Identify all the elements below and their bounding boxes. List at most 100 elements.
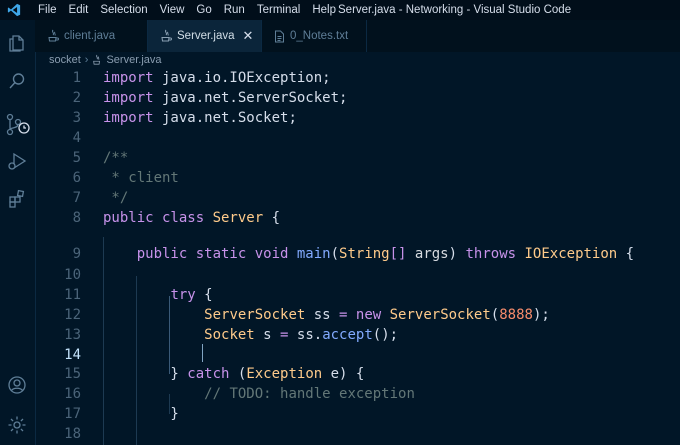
line-number: 12 bbox=[64, 307, 81, 323]
line-number: 1 bbox=[72, 70, 81, 86]
code-line[interactable]: 12 ServerSocket ss = new ServerSocket(88… bbox=[35, 305, 680, 325]
line-number: 5 bbox=[72, 150, 81, 166]
line-number: 11 bbox=[64, 287, 81, 303]
source-control-icon[interactable] bbox=[4, 112, 30, 138]
breadcrumb-folder[interactable]: socket bbox=[49, 54, 81, 66]
extensions-icon[interactable] bbox=[4, 186, 30, 212]
code-token: (); bbox=[372, 327, 399, 343]
title-bar: File Edit Selection View Go Run Terminal Help S… bbox=[0, 0, 680, 20]
menu-run[interactable]: Run bbox=[218, 0, 251, 20]
code-token: ) bbox=[448, 246, 466, 262]
tab-notes-txt[interactable]: 0_Notes.txt bbox=[262, 20, 367, 52]
code-token: import bbox=[103, 70, 154, 86]
code-text: * client bbox=[103, 168, 178, 188]
code-line[interactable]: 6 * client bbox=[35, 168, 680, 188]
tab-server-java[interactable]: Server.java ✕ bbox=[148, 20, 262, 52]
code-line[interactable]: 9 public static void main(String[] args)… bbox=[35, 244, 680, 264]
code-line[interactable]: 3 import java.net.Socket; bbox=[35, 108, 680, 128]
account-icon[interactable] bbox=[4, 372, 30, 398]
code-editor[interactable]: 1 import java.io.IOException; 2 import java… bbox=[35, 68, 680, 445]
code-line[interactable]: 13 Socket s = ss.accept(); bbox=[35, 325, 680, 345]
tab-client-java[interactable]: client.java bbox=[35, 20, 148, 52]
activity-bar bbox=[0, 20, 36, 445]
settings-gear-icon[interactable] bbox=[4, 412, 30, 438]
code-line[interactable]: 2 import java.net.ServerSocket; bbox=[35, 88, 680, 108]
code-line[interactable]: 16 // TODO: handle exception bbox=[35, 384, 680, 404]
code-line[interactable]: 10 bbox=[35, 265, 680, 285]
code-token: args bbox=[406, 246, 449, 262]
code-text: } catch (Exception e) { bbox=[103, 364, 364, 384]
code-token: ); bbox=[532, 307, 550, 323]
code-token: java.net.Socket; bbox=[153, 110, 297, 126]
code-token: { bbox=[204, 287, 213, 303]
line-number: 14 bbox=[64, 347, 81, 363]
code-line[interactable]: 15 } catch (Exception e) { bbox=[35, 364, 680, 384]
line-number: 7 bbox=[72, 190, 81, 206]
code-token: java.net.ServerSocket; bbox=[153, 90, 348, 106]
code-line[interactable]: 7 */ bbox=[35, 188, 680, 208]
code-text: ServerSocket ss = new ServerSocket(8888)… bbox=[103, 305, 550, 325]
menu-view[interactable]: View bbox=[154, 0, 191, 20]
code-token: } bbox=[103, 406, 179, 422]
code-token: // TODO: handle exception bbox=[204, 386, 415, 402]
tab-label: 0_Notes.txt bbox=[290, 30, 349, 42]
code-token: main bbox=[296, 246, 331, 262]
menu-go[interactable]: Go bbox=[190, 0, 217, 20]
code-line[interactable]: 1 import java.io.IOException; bbox=[35, 68, 680, 88]
menu-selection[interactable]: Selection bbox=[94, 0, 153, 20]
menu-edit[interactable]: Edit bbox=[63, 0, 95, 20]
code-token: { bbox=[263, 210, 281, 226]
code-text: /** bbox=[103, 148, 128, 168]
code-line[interactable]: 5 /** bbox=[35, 148, 680, 168]
editor-tab-bar: client.java Server.java ✕ 0_Notes.txt bbox=[35, 20, 680, 52]
code-token: ss bbox=[305, 307, 340, 323]
breadcrumb-file[interactable]: Server.java bbox=[106, 54, 161, 66]
tab-label: client.java bbox=[64, 30, 116, 42]
line-number: 3 bbox=[72, 110, 81, 126]
code-token: String bbox=[339, 246, 390, 262]
code-line[interactable]: 17 } bbox=[35, 404, 680, 424]
code-token: } bbox=[103, 366, 188, 382]
code-line[interactable]: 14 bbox=[35, 345, 680, 365]
code-token: ss. bbox=[288, 327, 323, 343]
window-title: Server.java - Networking - Visual Studio… bbox=[338, 4, 572, 16]
code-line[interactable]: 8 public class Server { bbox=[35, 208, 680, 228]
code-token: ( bbox=[490, 307, 500, 323]
code-token: try bbox=[170, 287, 205, 303]
line-number: 9 bbox=[72, 246, 81, 262]
code-line[interactable]: 11 try { bbox=[35, 285, 680, 305]
menu-bar: File Edit Selection View Go Run Terminal Help bbox=[32, 0, 342, 20]
code-text: Socket s = ss.accept(); bbox=[103, 325, 398, 345]
line-number: 8 bbox=[72, 210, 81, 226]
code-token: public static void bbox=[136, 246, 297, 262]
code-token: import bbox=[103, 110, 154, 126]
menu-file[interactable]: File bbox=[32, 0, 63, 20]
menu-help[interactable]: Help bbox=[306, 0, 342, 20]
explorer-icon[interactable] bbox=[4, 30, 30, 56]
code-token: public class bbox=[103, 210, 213, 226]
search-icon[interactable] bbox=[4, 68, 30, 94]
code-text: public class Server { bbox=[103, 208, 280, 228]
code-line[interactable]: 4 bbox=[35, 128, 680, 148]
code-token: import bbox=[103, 90, 154, 106]
line-number: 2 bbox=[72, 90, 81, 106]
code-token: ServerSocket bbox=[389, 307, 491, 323]
line-number: 6 bbox=[72, 170, 81, 186]
code-token: IOException bbox=[524, 246, 618, 262]
close-tab-icon[interactable]: ✕ bbox=[243, 28, 254, 44]
code-text: import java.io.IOException; bbox=[103, 68, 331, 88]
tab-label: Server.java bbox=[177, 30, 235, 42]
line-number: 18 bbox=[64, 426, 81, 442]
java-file-icon bbox=[160, 29, 172, 43]
menu-terminal[interactable]: Terminal bbox=[251, 0, 306, 20]
code-token: /** bbox=[103, 150, 129, 166]
code-token: [] bbox=[389, 246, 407, 262]
run-debug-icon[interactable] bbox=[4, 148, 30, 174]
code-line[interactable]: 18 bbox=[35, 424, 680, 444]
java-file-icon bbox=[47, 29, 59, 43]
